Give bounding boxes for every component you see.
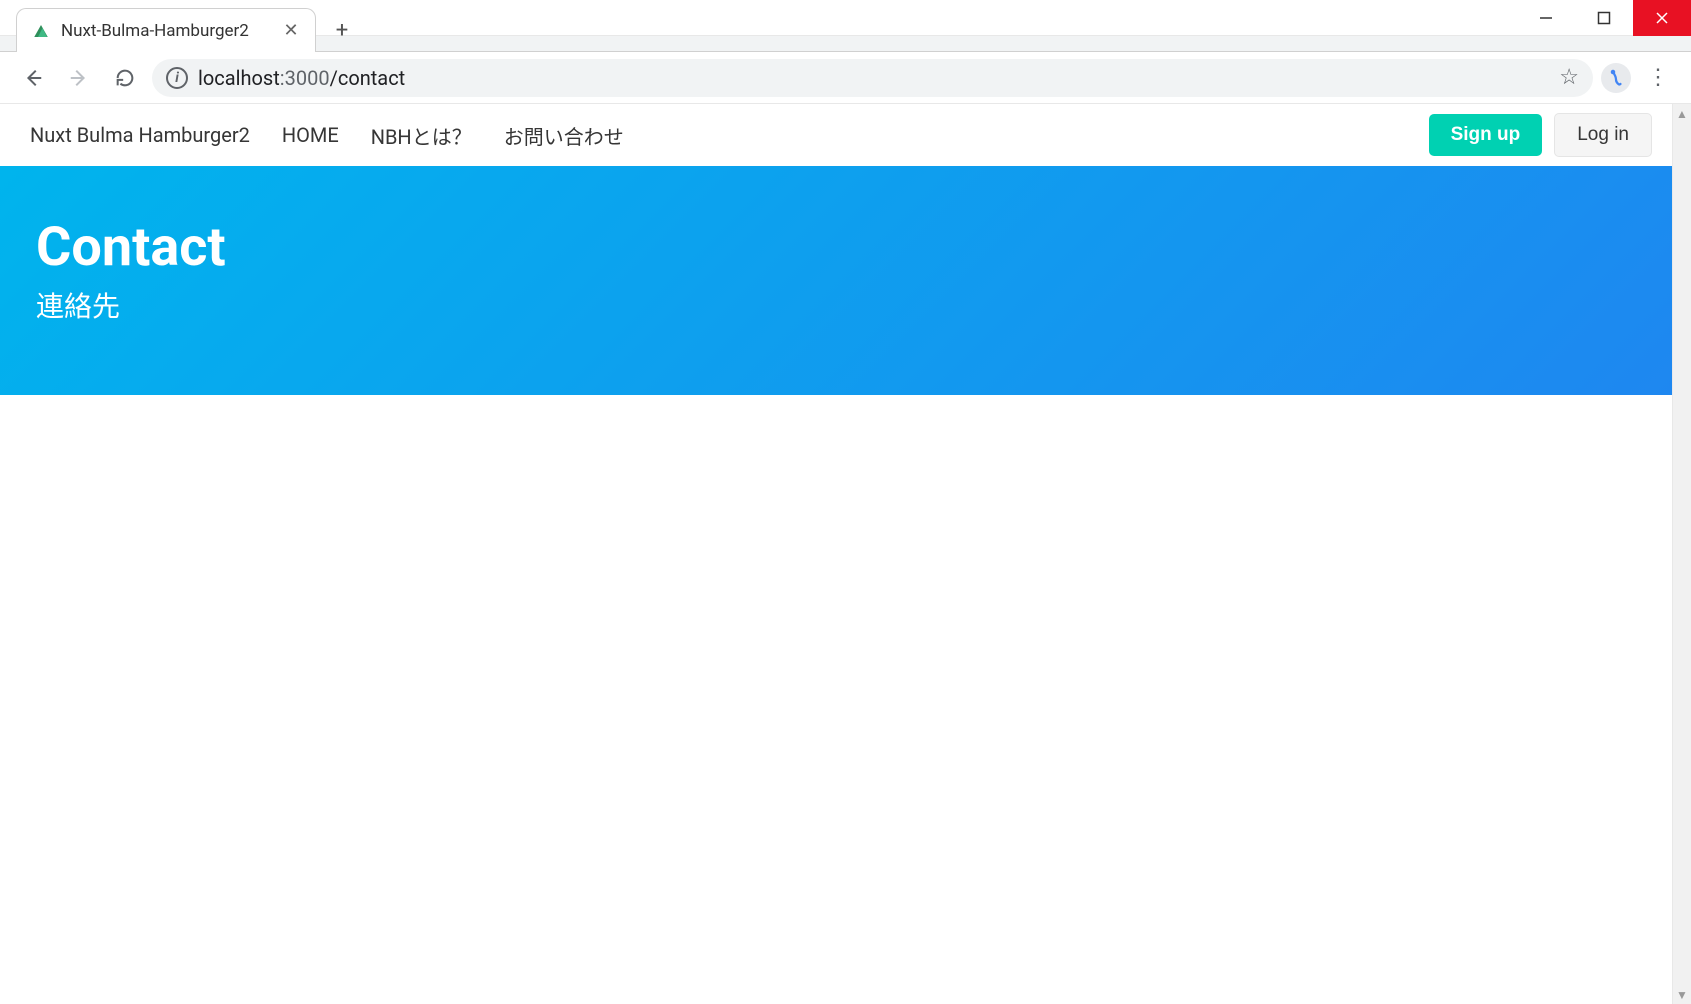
hero-subtitle: 連絡先 — [36, 285, 1636, 325]
url-host: localhost — [198, 66, 280, 90]
tab-strip: Nuxt-Bulma-Hamburger2 ✕ + — [0, 0, 1691, 52]
minimize-button[interactable] — [1517, 0, 1575, 36]
maximize-button[interactable] — [1575, 0, 1633, 36]
browser-toolbar: i localhost:3000/contact ☆ ⋮ — [0, 52, 1691, 104]
browser-tab[interactable]: Nuxt-Bulma-Hamburger2 ✕ — [16, 8, 316, 52]
extension-icon[interactable] — [1601, 63, 1631, 93]
bookmark-star-icon[interactable]: ☆ — [1559, 65, 1579, 90]
nav-home[interactable]: HOME — [266, 104, 355, 166]
site-navbar: Nuxt Bulma Hamburger2 HOME NBHとは？ お問い合わせ… — [0, 104, 1672, 166]
hero-title: Contact — [36, 216, 1636, 279]
reload-button[interactable] — [106, 59, 144, 97]
address-bar[interactable]: i localhost:3000/contact ☆ — [152, 59, 1593, 97]
forward-button[interactable] — [60, 59, 98, 97]
url-text: localhost:3000/contact — [198, 66, 405, 90]
login-button[interactable]: Log in — [1554, 113, 1652, 157]
tab-title: Nuxt-Bulma-Hamburger2 — [61, 21, 271, 41]
vertical-scrollbar[interactable]: ▲ ▼ — [1672, 104, 1691, 1004]
close-window-button[interactable] — [1633, 0, 1691, 36]
nav-about[interactable]: NBHとは？ — [355, 104, 488, 166]
new-tab-button[interactable]: + — [324, 12, 360, 48]
close-tab-button[interactable]: ✕ — [281, 20, 301, 41]
scroll-up-arrow[interactable]: ▲ — [1675, 106, 1690, 121]
scroll-down-arrow[interactable]: ▼ — [1675, 987, 1690, 1002]
url-path: /contact — [330, 66, 406, 90]
nuxt-favicon — [31, 21, 51, 41]
browser-menu-button[interactable]: ⋮ — [1639, 65, 1677, 90]
brand-link[interactable]: Nuxt Bulma Hamburger2 — [14, 123, 266, 147]
signup-button[interactable]: Sign up — [1429, 114, 1543, 156]
page-viewport: Nuxt Bulma Hamburger2 HOME NBHとは？ お問い合わせ… — [0, 104, 1672, 1004]
back-button[interactable] — [14, 59, 52, 97]
site-info-icon[interactable]: i — [166, 67, 188, 89]
nav-contact[interactable]: お問い合わせ — [488, 104, 640, 166]
hero-section: Contact 連絡先 — [0, 166, 1672, 395]
url-port: :3000 — [280, 66, 330, 90]
